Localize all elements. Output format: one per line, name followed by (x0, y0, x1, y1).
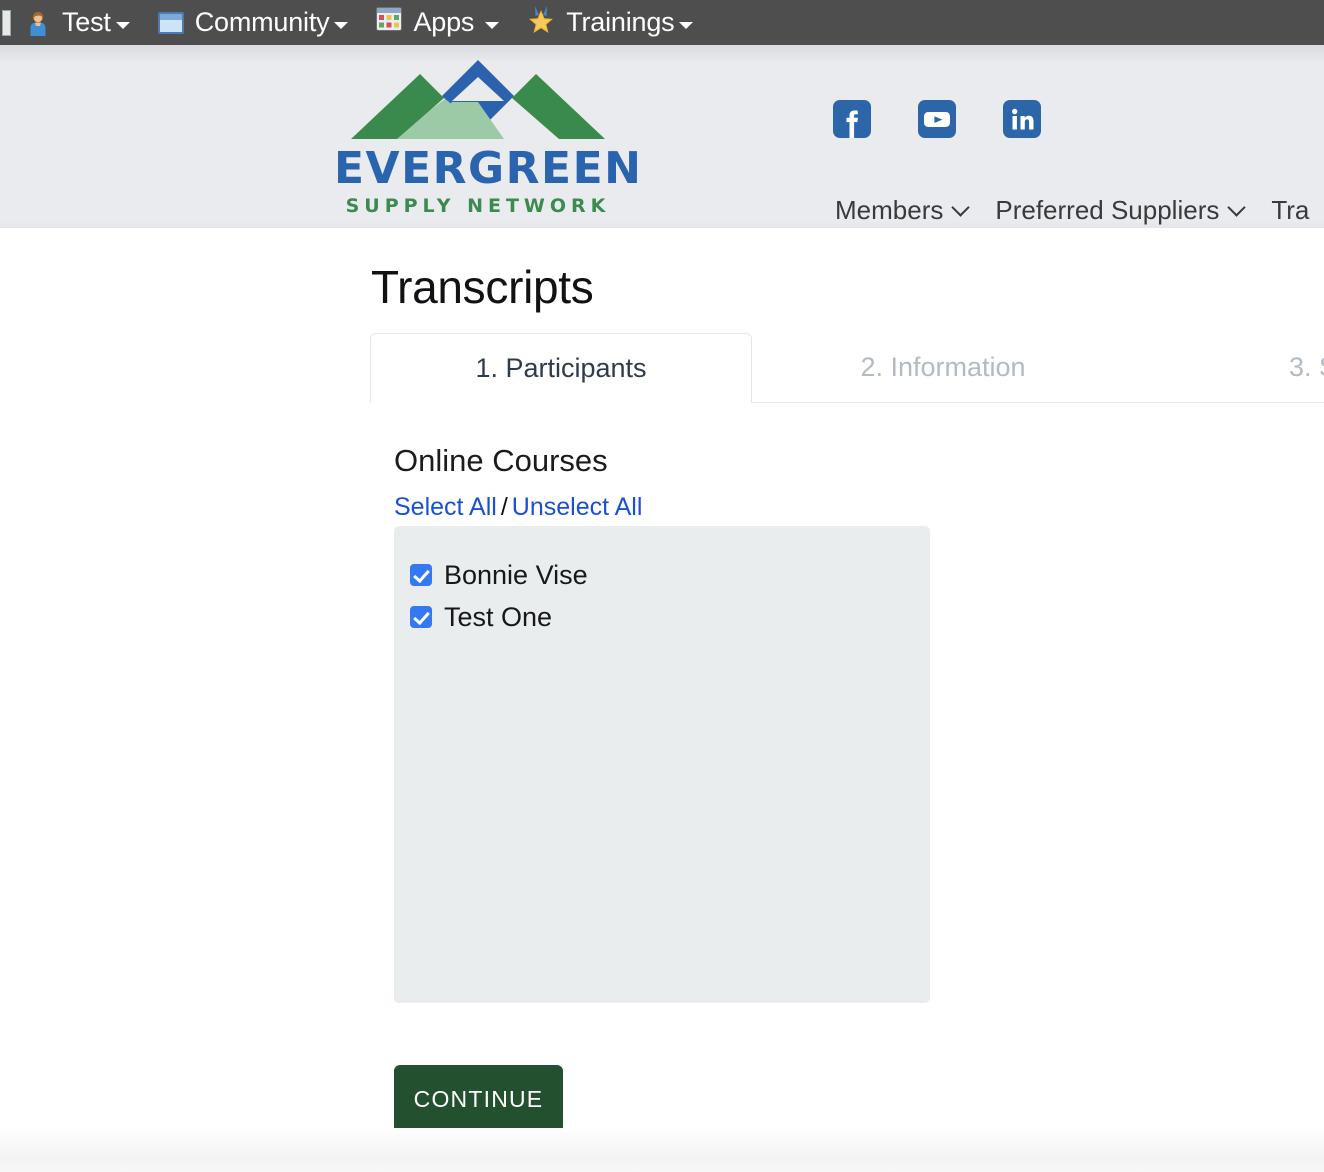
participant-checkbox[interactable] (410, 606, 432, 628)
chevron-down-icon (951, 198, 971, 217)
admin-item-label: Apps (413, 7, 475, 37)
nav-item-label: Members (835, 195, 944, 225)
page-bottom-fade (0, 1128, 1324, 1172)
select-all-link[interactable]: Select All (394, 493, 497, 521)
person-icon (25, 10, 51, 36)
section-title-online-courses: Online Courses (394, 443, 608, 478)
participant-name: Bonnie Vise (444, 559, 588, 590)
admin-item-label: Trainings (566, 7, 675, 37)
select-all-controls: Select All / Unselect All (394, 493, 642, 522)
admin-item-community[interactable]: Community (144, 0, 363, 45)
logo-tagline: SUPPLY NETWORK (345, 195, 611, 217)
participant-checkbox[interactable] (410, 564, 432, 586)
continue-button[interactable]: CONTINUE (394, 1065, 563, 1133)
facebook-icon[interactable] (833, 100, 871, 138)
admin-item-test[interactable]: Test (11, 0, 144, 45)
admin-item-label: Community (194, 7, 330, 37)
unselect-all-link[interactable]: Unselect All (512, 493, 643, 521)
caret-down-icon (334, 21, 349, 29)
caret-down-icon (679, 21, 694, 29)
tab-survey[interactable]: 3. Sur (1134, 333, 1324, 403)
evergreen-mountain-icon (334, 55, 622, 147)
page-title: Transcripts (371, 261, 594, 313)
admin-item-label: Test (62, 7, 111, 37)
list-item[interactable]: Bonnie Vise (394, 554, 930, 596)
admin-item-apps[interactable]: Apps (362, 0, 513, 45)
nav-item-members[interactable]: Members (835, 195, 971, 226)
nav-item-label: Tra (1271, 195, 1310, 225)
chevron-down-icon (1227, 198, 1247, 217)
caret-down-icon (115, 21, 130, 29)
apps-grid-icon (376, 7, 403, 38)
tab-label: 2. Information (860, 352, 1026, 382)
list-item[interactable]: Test One (394, 596, 930, 638)
tab-participants[interactable]: 1. Participants (370, 333, 752, 403)
nav-item-label: Preferred Suppliers (995, 195, 1220, 225)
participant-name: Test One (444, 601, 553, 632)
tab-information[interactable]: 2. Information (752, 333, 1134, 403)
social-links (833, 100, 1041, 138)
window-icon (157, 11, 184, 34)
logo-wordmark: EVERGREEN (334, 143, 643, 194)
star-medal-icon (527, 5, 555, 40)
site-logo[interactable]: EVERGREEN SUPPLY NETWORK (334, 55, 643, 223)
tab-label: 3. Sur (1288, 352, 1324, 382)
wizard-tabs: 1. Participants 2. Information 3. Sur (370, 333, 1324, 403)
separator: / (500, 493, 508, 521)
caret-down-icon (485, 21, 500, 29)
nav-item-trainings[interactable]: Tra (1271, 195, 1309, 226)
admin-item-trainings[interactable]: Trainings (513, 0, 707, 45)
main-navigation: Members Preferred Suppliers Tra (835, 195, 1309, 226)
participant-listbox[interactable]: Bonnie Vise Test One (394, 526, 930, 1003)
youtube-icon[interactable] (918, 100, 956, 138)
linkedin-icon[interactable] (1003, 100, 1041, 138)
partial-edge-icon (2, 9, 11, 36)
tab-label: 1. Participants (475, 353, 647, 383)
admin-bar: Test Community Apps Trainings (0, 0, 1324, 45)
nav-item-preferred-suppliers[interactable]: Preferred Suppliers (995, 195, 1247, 226)
site-header: EVERGREEN SUPPLY NETWORK Members Preferr… (0, 45, 1324, 228)
page-content: Transcripts 1. Participants 2. Informati… (0, 228, 1324, 1172)
